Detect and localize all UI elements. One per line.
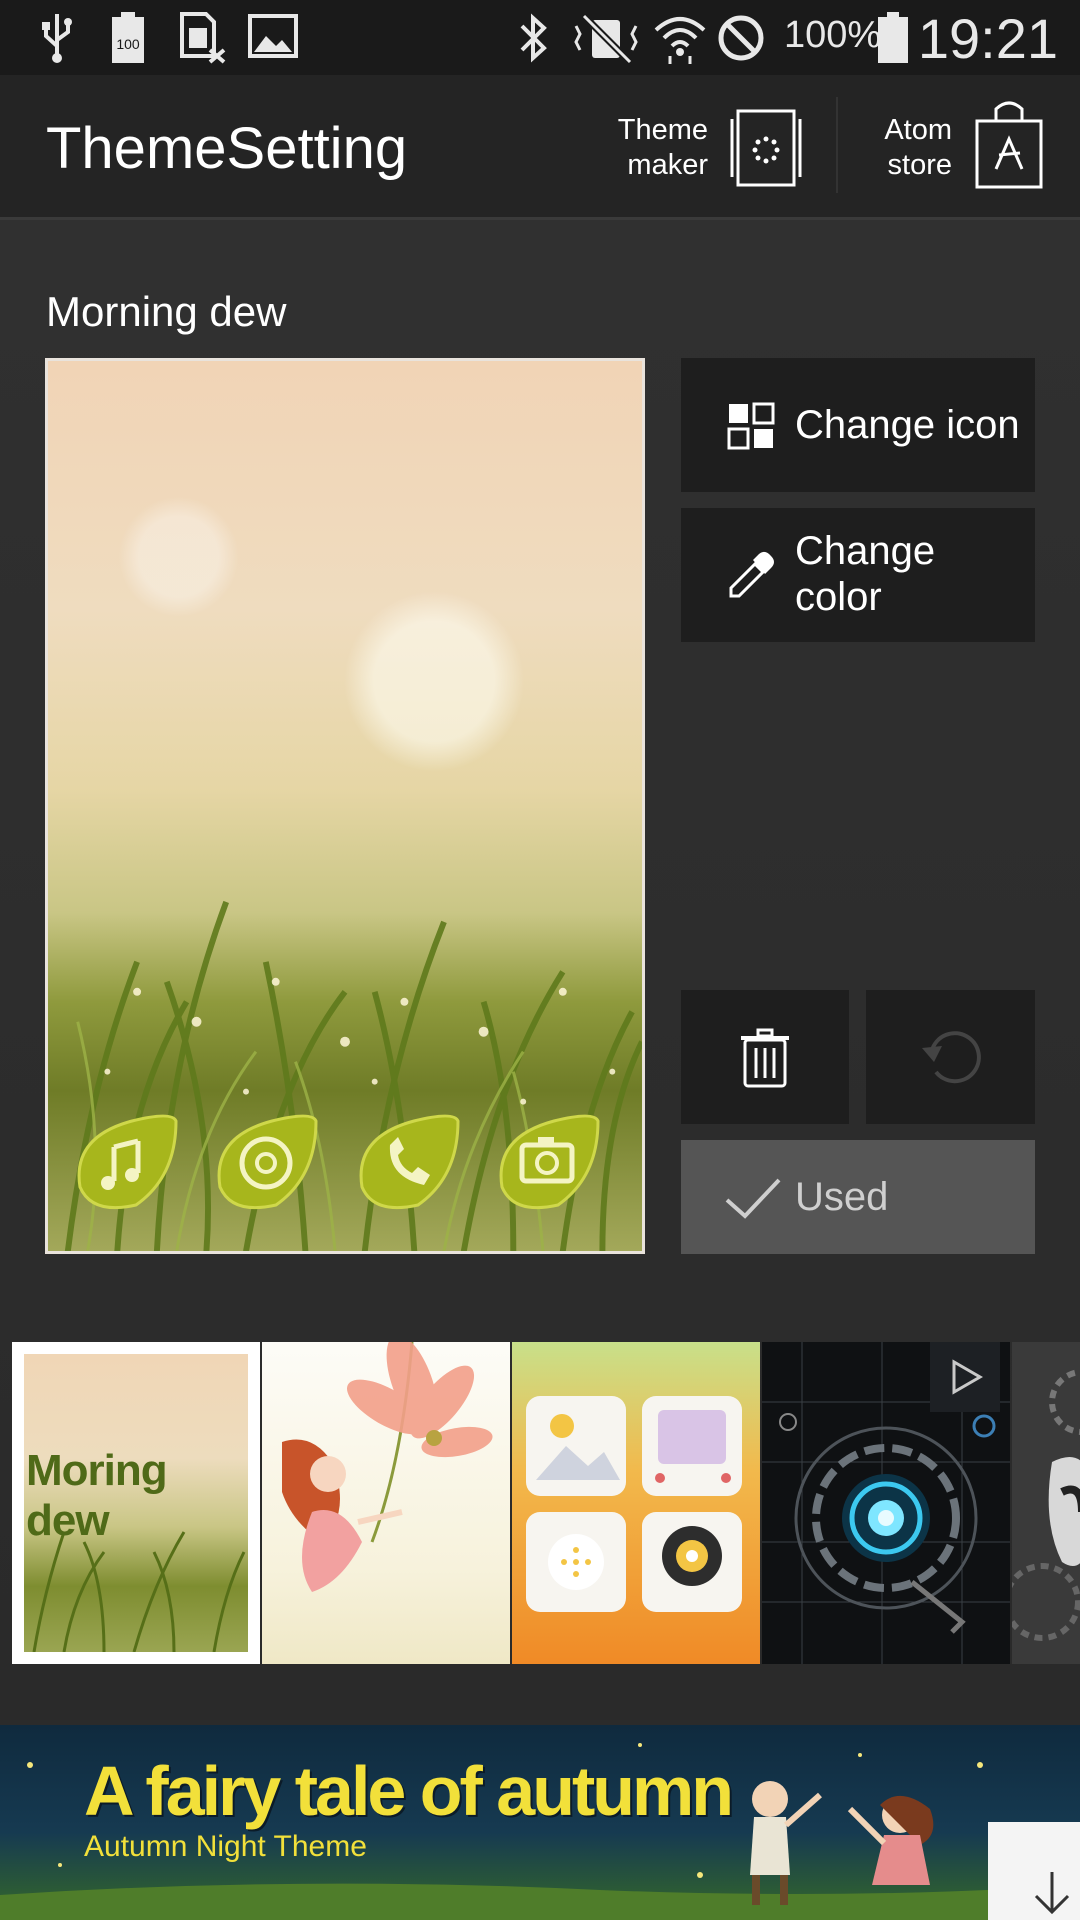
- theme-preview[interactable]: [45, 358, 645, 1254]
- battery-icon: [878, 12, 908, 63]
- children-illustration: [750, 1781, 934, 1905]
- reset-button[interactable]: [866, 990, 1035, 1124]
- sim-card-icon: [180, 12, 226, 64]
- status-bar: 100 100% 19:21: [0, 0, 1080, 75]
- thumbnail-tech-circle[interactable]: [762, 1342, 1010, 1664]
- atom-store-button[interactable]: Atom store: [860, 75, 1060, 217]
- banner-title: A fairy tale of autumn: [84, 1752, 734, 1830]
- thumbnail-gallery-icons[interactable]: [512, 1342, 760, 1664]
- used-label: Used: [795, 1175, 889, 1219]
- app-title: ThemeSetting: [46, 116, 408, 181]
- change-icon-label: Change icon: [795, 403, 1020, 447]
- store-bag-icon: [975, 101, 1043, 189]
- svg-text:100: 100: [116, 36, 140, 52]
- change-color-button[interactable]: Change color: [681, 508, 1035, 642]
- action-bar-divider: [836, 97, 838, 193]
- music-icon: [77, 1114, 178, 1210]
- banner-subtitle: Autumn Night Theme: [84, 1830, 367, 1863]
- download-arrow-icon: [1034, 1872, 1070, 1915]
- blocked-icon: [718, 15, 764, 61]
- atom-store-label: Atom store: [884, 114, 952, 181]
- mute-icon: [574, 13, 638, 64]
- theme-name: Morning dew: [46, 288, 287, 335]
- battery-percent: 100%: [784, 14, 882, 56]
- thumbnail-gear-robot[interactable]: [1012, 1342, 1080, 1664]
- check-icon: [725, 1178, 781, 1219]
- change-icon-button[interactable]: Change icon: [681, 358, 1035, 492]
- thumbnail-fairy-flower[interactable]: [262, 1342, 510, 1664]
- wifi-icon: [654, 17, 706, 64]
- delete-button[interactable]: [681, 990, 849, 1124]
- used-button[interactable]: Used: [681, 1140, 1035, 1254]
- change-color-label: Change color: [795, 529, 936, 619]
- clock: 19:21: [917, 7, 1058, 70]
- fairy-girl-image: [282, 1342, 493, 1592]
- thumbnail-morning-dew[interactable]: Moring dew: [12, 1342, 260, 1664]
- image-icon: [248, 14, 298, 58]
- camera-icon: [499, 1114, 600, 1210]
- eyedropper-icon: [729, 551, 774, 598]
- bluetooth-icon: [520, 13, 547, 63]
- usb-icon: [42, 14, 72, 63]
- thumbnail-morning-dew-image: Moring dew: [24, 1354, 248, 1652]
- download-button[interactable]: [988, 1822, 1080, 1920]
- theme-maker-icon: [730, 109, 802, 187]
- icon-pack-image: [526, 1396, 742, 1612]
- theme-maker-label: Theme maker: [617, 114, 708, 181]
- tech-circle-image: [762, 1342, 1010, 1664]
- thumbnail-morning-dew-label: Moring dew: [26, 1446, 168, 1545]
- browser-icon: [217, 1114, 318, 1210]
- trash-icon: [741, 1028, 789, 1088]
- theme-maker-button[interactable]: Theme maker: [600, 75, 820, 217]
- undo-icon: [922, 1031, 981, 1084]
- promo-banner[interactable]: A fairy tale of autumn Autumn Night Them…: [0, 1725, 1080, 1920]
- grid-icon: [727, 402, 775, 450]
- battery-100-icon: 100: [112, 12, 144, 63]
- phone-icon: [359, 1114, 460, 1210]
- gear-robot-image: [1012, 1369, 1080, 1641]
- action-bar: ThemeSetting Theme maker Atom store: [0, 75, 1080, 220]
- theme-thumbnail-strip: Moring dew: [0, 1342, 1080, 1664]
